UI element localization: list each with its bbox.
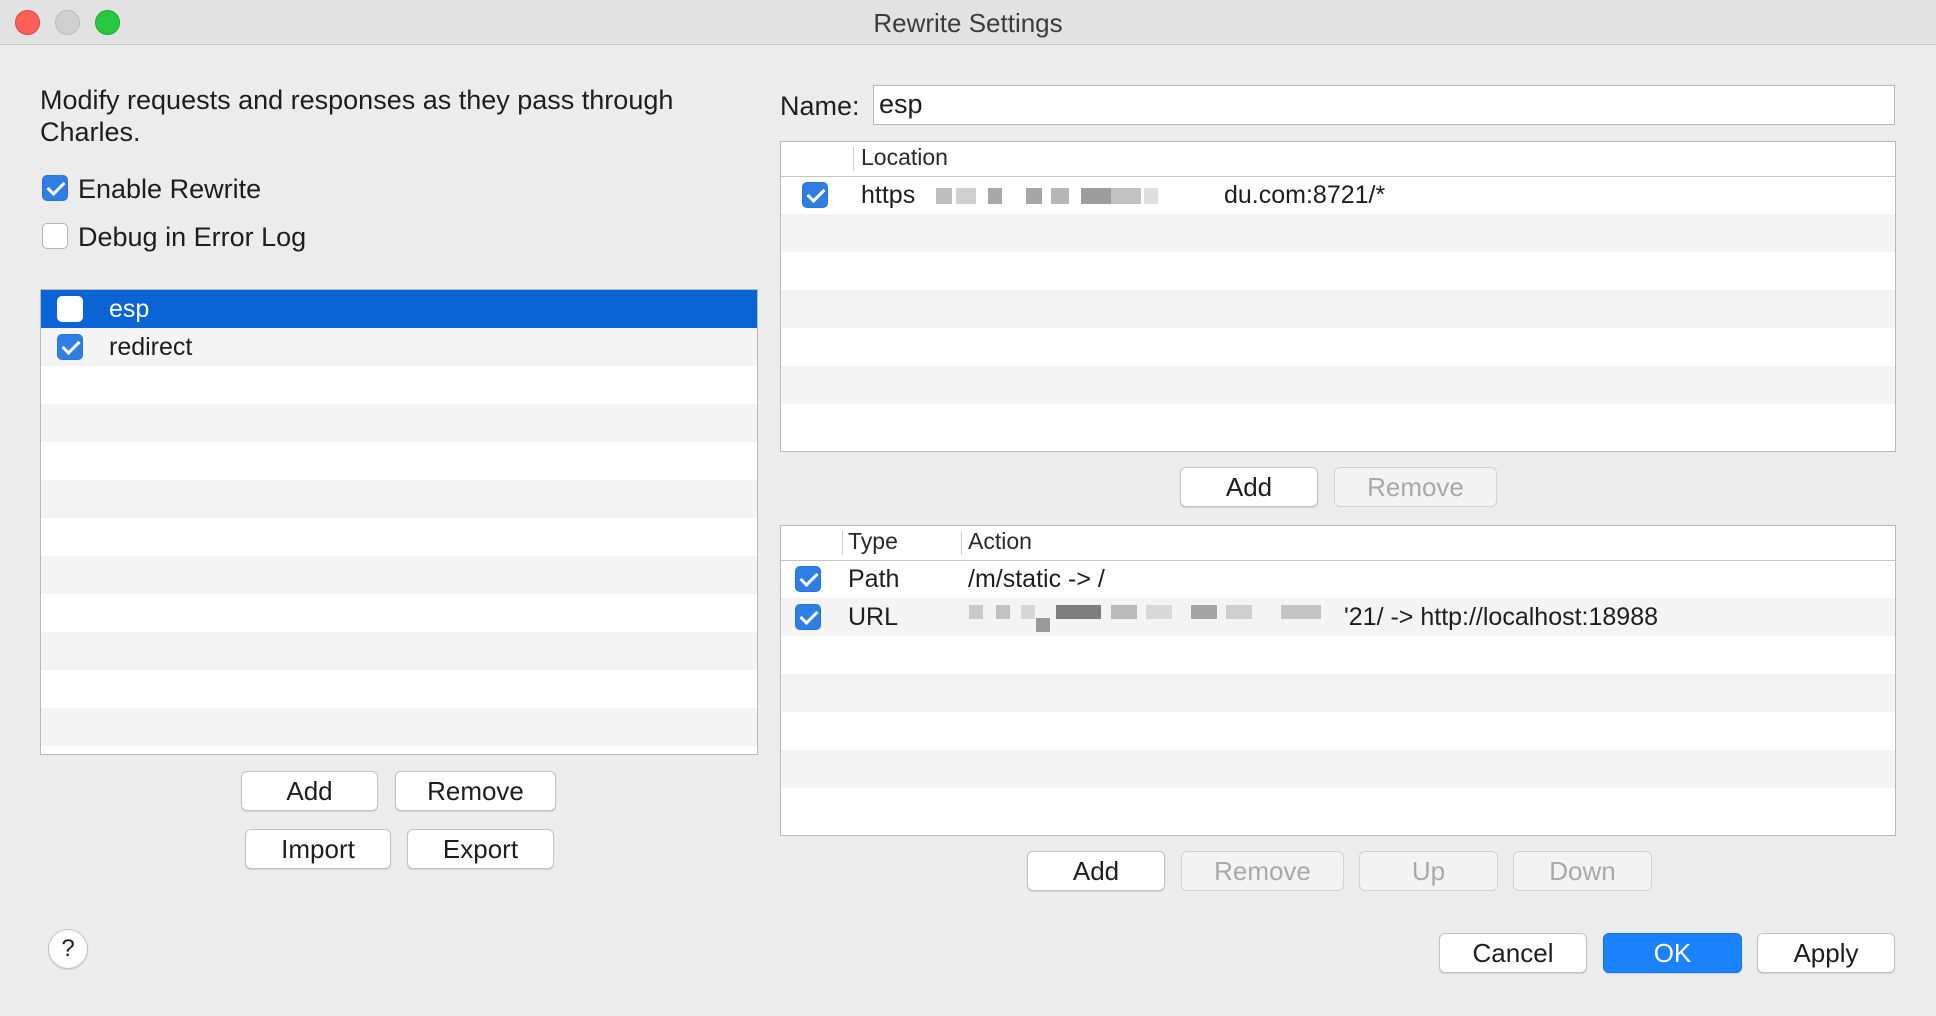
enable-rewrite-label: Enable Rewrite xyxy=(78,174,262,204)
rule-action: /m/static -> / xyxy=(968,565,1105,593)
redacted-area xyxy=(926,180,1226,210)
redacted-area xyxy=(951,600,1346,634)
move-down-button[interactable]: Down xyxy=(1513,851,1652,891)
rule-action: '21/ -> http://localhost:18988 xyxy=(1344,603,1659,631)
cancel-button[interactable]: Cancel xyxy=(1439,933,1587,973)
remove-rule-button[interactable]: Remove xyxy=(1181,851,1344,891)
location-suffix: du.com:8721/* xyxy=(1224,181,1386,209)
rewrite-sets-list[interactable]: esp redirect xyxy=(40,289,758,755)
import-button[interactable]: Import xyxy=(245,829,391,869)
location-prefix: https xyxy=(861,181,916,209)
name-input[interactable]: esp xyxy=(873,85,1895,125)
window-title: Rewrite Settings xyxy=(873,8,1063,38)
set-enabled-checkbox[interactable] xyxy=(57,334,83,360)
add-set-button[interactable]: Add xyxy=(241,771,378,811)
rule-type: URL xyxy=(848,603,899,631)
set-enabled-checkbox[interactable] xyxy=(57,296,83,322)
set-name: redirect xyxy=(109,333,193,361)
rule-enabled-checkbox[interactable] xyxy=(795,566,821,592)
list-item[interactable]: redirect xyxy=(41,328,757,366)
add-location-button[interactable]: Add xyxy=(1180,467,1318,507)
help-button[interactable]: ? xyxy=(48,929,88,969)
apply-button[interactable]: Apply xyxy=(1757,933,1895,973)
locations-table[interactable]: Location https du.com:8721/* xyxy=(780,141,1896,452)
list-item[interactable]: esp xyxy=(41,290,757,328)
debug-log-checkbox[interactable] xyxy=(42,223,68,249)
debug-log-label: Debug in Error Log xyxy=(78,222,307,252)
rule-row[interactable]: URL '21/ -> http://localhost:18988 xyxy=(781,598,1895,636)
rules-header: Type Action xyxy=(781,526,1895,561)
rule-enabled-checkbox[interactable] xyxy=(795,604,821,630)
enable-rewrite-checkbox[interactable] xyxy=(42,175,68,201)
name-label: Name: xyxy=(780,91,860,121)
action-column-header[interactable]: Action xyxy=(968,528,1032,555)
rule-row[interactable]: Path /m/static -> / xyxy=(781,560,1895,598)
locations-header: Location xyxy=(781,142,1895,177)
location-row[interactable]: https du.com:8721/* xyxy=(781,176,1895,214)
description-text: Modify requests and responses as they pa… xyxy=(40,85,674,147)
location-enabled-checkbox[interactable] xyxy=(802,182,828,208)
remove-location-button[interactable]: Remove xyxy=(1334,467,1497,507)
rules-table[interactable]: Type Action Path /m/static -> / URL '21/… xyxy=(780,525,1896,836)
add-rule-button[interactable]: Add xyxy=(1027,851,1165,891)
export-button[interactable]: Export xyxy=(407,829,554,869)
move-up-button[interactable]: Up xyxy=(1359,851,1498,891)
remove-set-button[interactable]: Remove xyxy=(395,771,556,811)
type-column-header[interactable]: Type xyxy=(848,528,898,555)
name-input-value: esp xyxy=(879,89,923,119)
set-name: esp xyxy=(109,295,150,323)
location-column-header[interactable]: Location xyxy=(861,144,948,171)
rule-type: Path xyxy=(848,565,900,593)
title-bar: Rewrite Settings xyxy=(0,0,1936,45)
ok-button[interactable]: OK xyxy=(1603,933,1742,973)
